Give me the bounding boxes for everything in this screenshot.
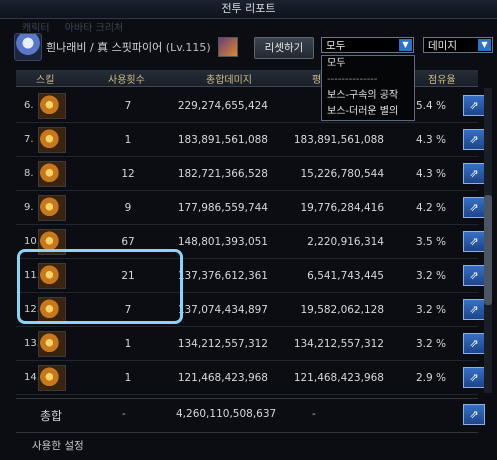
reset-button[interactable]: 리셋하기 (254, 37, 314, 59)
row-avg: 19,582,062,128 (300, 304, 385, 316)
row-pct: 3.2 % (415, 270, 446, 282)
skill-icon (38, 127, 66, 153)
skill-icon (38, 93, 66, 119)
skill-icon (38, 161, 66, 187)
scrollbar-thumb[interactable] (484, 195, 492, 305)
dropdown-option-boss-1[interactable]: 보스-구속의 공작 (322, 88, 414, 104)
avatar (14, 33, 42, 61)
row-total: 182,721,366,528 (177, 168, 268, 180)
table-row: 7. 1 183,891,561,088 183,891,561,088 4.3… (16, 122, 485, 157)
row-total: 137,376,612,361 (177, 270, 268, 282)
row-pct: 3.2 % (415, 304, 446, 316)
row-total: 137,074,434,897 (177, 304, 268, 316)
row-avg: 134,212,557,312 (293, 338, 384, 350)
row-count: 1 (124, 338, 132, 350)
row-total: 134,212,557,312 (177, 338, 268, 350)
metric-select-value: 데미지 (428, 40, 457, 52)
row-pct: 5.4 % (415, 100, 446, 112)
share-icon[interactable]: ⇗ (463, 129, 485, 150)
row-avg: 15,226,780,544 (300, 168, 385, 180)
row-total: 183,891,561,088 (177, 134, 268, 146)
total-avg: - (312, 408, 316, 420)
row-total: 121,468,423,968 (177, 372, 268, 384)
share-icon[interactable]: ⇗ (463, 367, 485, 388)
row-avg: 6,541,743,445 (307, 270, 384, 282)
row-count: 12 (121, 168, 135, 180)
total-damage: 4,260,110,508,637 (176, 408, 277, 420)
skill-icon (38, 195, 66, 221)
annotation-highlight-box (17, 249, 183, 324)
window-title: 전투 리포트 (0, 0, 497, 19)
table-row: 9. 9 177,986,559,744 19,776,284,416 4.2 … (16, 190, 485, 225)
row-total: 177,986,559,744 (177, 202, 268, 214)
settings-section[interactable]: 사용한 설정 (16, 432, 478, 455)
chevron-down-icon[interactable]: ▼ (399, 39, 412, 51)
row-rank: 8. (24, 168, 34, 179)
row-count: 1 (124, 372, 132, 384)
col-skill: 스킬 (36, 75, 55, 86)
row-rank: 6. (24, 100, 34, 111)
col-count: 사용횟수 (108, 75, 145, 86)
total-row: 총합 - 4,260,110,508,637 - ⇗ (16, 398, 485, 429)
row-count: 67 (121, 236, 135, 248)
row-count: 7 (124, 100, 132, 112)
player-name: 흰나래비 / 真 스핏파이어 (46, 41, 163, 54)
col-avg: 평 (312, 75, 322, 86)
table-row: 14. 1 121,468,423,968 121,468,423,968 2.… (16, 360, 485, 395)
player-level: (Lv.115) (165, 41, 211, 54)
dropdown-option-all[interactable]: 모두 (322, 56, 414, 72)
share-icon[interactable]: ⇗ (463, 163, 485, 184)
row-avg: 19,776,284,416 (300, 202, 385, 214)
row-rank: 9. (24, 202, 34, 213)
buff-icon (218, 37, 238, 57)
player-info: 흰나래비 / 真 스핏파이어 (Lv.115) (46, 39, 211, 55)
target-select-value: 모두 (326, 40, 346, 52)
dropdown-option-boss-2[interactable]: 보스-더러운 별의 (322, 104, 414, 120)
row-avg: 121,468,423,968 (293, 372, 384, 384)
skill-icon (38, 365, 66, 391)
dropdown-separator: -------------- (327, 74, 378, 85)
col-total: 총합데미지 (206, 75, 252, 86)
row-count: 9 (124, 202, 132, 214)
report-header: 흰나래비 / 真 스핏파이어 (Lv.115) 리셋하기 모두 ▼ 데미지 ▼ (0, 30, 497, 64)
row-avg: 183,891,561,088 (293, 134, 384, 146)
share-icon[interactable]: ⇗ (463, 299, 485, 320)
settings-label: 사용한 설정 (32, 440, 84, 452)
share-icon[interactable]: ⇗ (463, 197, 485, 218)
chevron-down-icon[interactable]: ▼ (478, 39, 491, 51)
row-total: 148,801,393,051 (177, 236, 268, 248)
target-select[interactable]: 모두 ▼ (321, 37, 414, 53)
row-pct: 4.2 % (415, 202, 446, 214)
share-icon[interactable]: ⇗ (463, 231, 485, 252)
share-icon[interactable]: ⇗ (463, 265, 485, 286)
share-icon[interactable]: ⇗ (463, 95, 485, 116)
total-label: 총합 (40, 409, 63, 423)
row-total: 229,274,655,424 (177, 100, 268, 112)
metric-select[interactable]: 데미지 ▼ (423, 37, 493, 53)
row-pct: 3.5 % (415, 236, 446, 248)
table-row: 8. 12 182,721,366,528 15,226,780,544 4.3… (16, 156, 485, 191)
target-dropdown-menu: 모두 -------------- 보스-구속의 공작 보스-더러운 별의 (321, 55, 415, 121)
row-pct: 4.3 % (415, 168, 446, 180)
row-pct: 2.9 % (415, 372, 446, 384)
row-pct: 4.3 % (415, 134, 446, 146)
row-count: 1 (124, 134, 132, 146)
col-share: 점유율 (428, 75, 456, 86)
row-pct: 3.2 % (415, 338, 446, 350)
table-row: 13. 1 134,212,557,312 134,212,557,312 3.… (16, 326, 485, 361)
total-count: - (122, 408, 126, 420)
row-avg: 2,220,916,314 (307, 236, 384, 248)
row-rank: 7. (24, 134, 34, 145)
share-icon[interactable]: ⇗ (463, 404, 485, 425)
skill-icon (38, 331, 66, 357)
share-icon[interactable]: ⇗ (463, 333, 485, 354)
